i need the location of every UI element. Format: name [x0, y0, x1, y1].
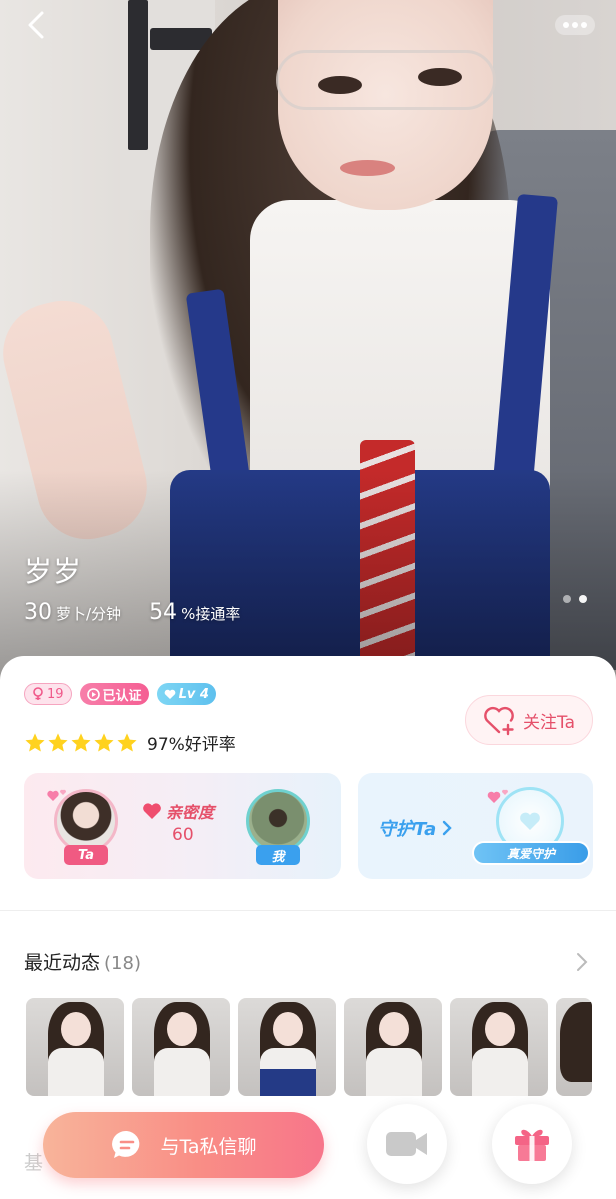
star-icon: [94, 732, 114, 752]
chevron-left-icon: [28, 11, 44, 39]
moments-title: 最近动态: [24, 952, 101, 974]
video-call-button[interactable]: [367, 1104, 447, 1184]
age-badge: 19: [24, 683, 72, 705]
intimacy-card[interactable]: Ta 亲密度 60 我: [24, 773, 341, 879]
moments-count: (18): [104, 953, 141, 974]
chevron-right-icon[interactable]: [574, 950, 590, 974]
more-dots-icon: [555, 15, 595, 35]
back-button[interactable]: [22, 10, 52, 40]
level-label: Lv 4: [178, 686, 209, 702]
heart-icon: [520, 812, 540, 830]
host-avatar-tag: Ta: [64, 845, 108, 865]
photo-glasses: [276, 50, 496, 110]
private-chat-button[interactable]: 与Ta私信聊: [43, 1112, 324, 1178]
badge-row: 19 已认证 Lv 4: [24, 683, 216, 705]
pager-dot[interactable]: [563, 595, 571, 603]
guard-banner: 真爱守护: [472, 841, 590, 865]
host-name: 岁岁: [24, 555, 83, 588]
answer-rate-unit: %接通率: [181, 605, 241, 623]
follow-label: 关注Ta: [523, 712, 575, 733]
follow-button[interactable]: 关注Ta: [465, 695, 593, 745]
moments-header[interactable]: 最近动态 (18): [24, 948, 141, 975]
profile-photo[interactable]: [0, 0, 616, 680]
photo-latch: [128, 0, 148, 150]
moment-thumbnail[interactable]: [344, 998, 442, 1096]
my-avatar-tag: 我: [256, 845, 300, 865]
guard-label-text: 守护Ta: [378, 819, 437, 840]
moment-thumbnail[interactable]: [132, 998, 230, 1096]
chevron-right-icon: [443, 820, 452, 836]
answer-rate-value: 54: [149, 600, 178, 625]
heart-icon: [143, 803, 161, 819]
my-avatar[interactable]: [246, 789, 310, 853]
private-chat-label: 与Ta私信聊: [160, 1135, 257, 1158]
base-info-heading: 基: [24, 1152, 44, 1174]
level-badge: Lv 4: [156, 683, 216, 705]
host-stats: 30 萝卜/分钟 54 %接通率: [24, 600, 268, 625]
heart-plus-icon: [484, 706, 514, 736]
host-avatar[interactable]: [54, 789, 118, 853]
gift-icon: [515, 1129, 549, 1161]
photo-lips: [340, 160, 395, 176]
moments-thumbnails: [26, 998, 592, 1096]
photo-shade: [0, 470, 616, 680]
star-icon: [48, 732, 68, 752]
moment-thumbnail[interactable]: [26, 998, 124, 1096]
star-icon: [117, 732, 137, 752]
female-icon: [33, 687, 43, 700]
section-divider: [0, 910, 616, 911]
intimacy-label: 亲密度: [142, 799, 214, 823]
star-icon: [25, 732, 45, 752]
rating-text: 97%好评率: [147, 735, 236, 755]
verified-badge: 已认证: [79, 683, 149, 705]
video-camera-icon: [386, 1132, 427, 1156]
chat-bubble-icon: [112, 1130, 140, 1158]
gallery-pager[interactable]: [563, 595, 587, 603]
rating-row: 97%好评率: [24, 730, 236, 755]
heart-icon: [164, 689, 175, 699]
moment-thumbnail[interactable]: [450, 998, 548, 1096]
pager-dot-active[interactable]: [579, 595, 587, 603]
intimacy-label-text: 亲密度: [166, 803, 215, 822]
star-icon: [71, 732, 91, 752]
play-circle-icon: [86, 687, 100, 701]
gift-button[interactable]: [492, 1104, 572, 1184]
verified-label: 已认证: [102, 688, 142, 704]
price-unit: 萝卜/分钟: [56, 605, 122, 623]
more-button[interactable]: [555, 14, 595, 36]
moment-thumbnail[interactable]: [556, 998, 592, 1096]
intimacy-value: 60: [172, 825, 194, 845]
age-value: 19: [47, 686, 64, 702]
price-value: 30: [24, 600, 52, 625]
guard-label: 守护Ta: [378, 815, 452, 841]
moment-thumbnail[interactable]: [238, 998, 336, 1096]
guard-card[interactable]: 守护Ta 真爱守护: [358, 773, 593, 879]
